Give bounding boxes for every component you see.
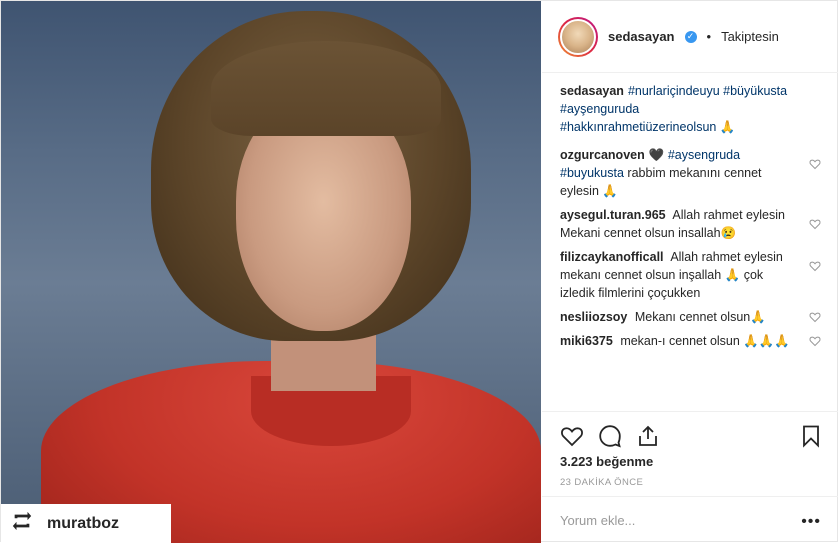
add-comment-bar: ••• <box>542 496 838 544</box>
comment-text: mekan-ı cennet olsun 🙏🙏🙏 <box>620 334 790 348</box>
comment-list: sedasayan #nurlariçindeuyu #büyükusta #ay… <box>542 74 838 414</box>
post-header: sedasayan ✓ • Takiptesin <box>542 1 838 73</box>
comment-item: ozgurcanoven 🖤 #aysengruda #buyukusta rab… <box>560 146 823 200</box>
heart-icon[interactable] <box>809 218 821 230</box>
post-sidebar: sedasayan ✓ • Takiptesin sedasayan #nurla… <box>542 1 838 543</box>
header-separator: • <box>706 29 712 44</box>
heart-icon[interactable] <box>560 424 584 448</box>
caption: sedasayan #nurlariçindeuyu #büyükusta #ay… <box>560 82 823 136</box>
comment-text: Mekanı cennet olsun🙏 <box>634 310 766 324</box>
bookmark-icon[interactable] <box>799 424 823 448</box>
caption-emoji: 🙏 <box>719 120 736 134</box>
share-icon[interactable] <box>636 424 660 448</box>
comment-username[interactable]: ozgurcanoven <box>560 148 645 162</box>
repost-icon <box>11 510 33 537</box>
comment-emoji: 🖤 <box>648 148 665 162</box>
comment-input[interactable] <box>560 513 780 528</box>
follow-status[interactable]: Takiptesin <box>721 29 779 44</box>
comment-username[interactable]: aysegul.turan.965 <box>560 208 666 222</box>
repost-badge: muratboz <box>1 504 171 543</box>
verified-icon: ✓ <box>684 30 697 43</box>
comment-item: nesliiozsoy Mekanı cennet olsun🙏 <box>560 308 823 326</box>
avatar[interactable] <box>558 16 598 57</box>
caption-username[interactable]: sedasayan <box>560 84 624 98</box>
heart-icon[interactable] <box>809 260 821 272</box>
comment-username[interactable]: nesliiozsoy <box>560 310 627 324</box>
post-timestamp: 23 DAKİKA ÖNCE <box>560 477 644 488</box>
header-username[interactable]: sedasayan <box>608 29 675 44</box>
heart-icon[interactable] <box>809 158 821 170</box>
heart-icon[interactable] <box>809 311 821 323</box>
action-icons <box>560 424 660 448</box>
instagram-post: muratboz sedasayan ✓ • Takiptesin sedasa… <box>0 0 838 543</box>
comment-username[interactable]: filizcaykanofficall <box>560 250 664 264</box>
post-image[interactable]: muratboz <box>1 1 541 543</box>
comment-username[interactable]: miki6375 <box>560 334 613 348</box>
more-icon[interactable]: ••• <box>801 513 821 531</box>
comment-item: filizcaykanofficall Allah rahmet eylesin… <box>560 248 823 302</box>
post-actions: 3.223 beğenme 23 DAKİKA ÖNCE ••• <box>542 411 838 543</box>
heart-icon[interactable] <box>809 335 821 347</box>
comment-item: miki6375 mekan-ı cennet olsun 🙏🙏🙏 <box>560 332 823 350</box>
repost-username[interactable]: muratboz <box>47 515 119 533</box>
comment-icon[interactable] <box>598 424 622 448</box>
image-fringe <box>211 41 441 136</box>
comment-item: aysegul.turan.965 Allah rahmet eylesin M… <box>560 206 823 242</box>
like-count[interactable]: 3.223 beğenme <box>560 454 653 469</box>
